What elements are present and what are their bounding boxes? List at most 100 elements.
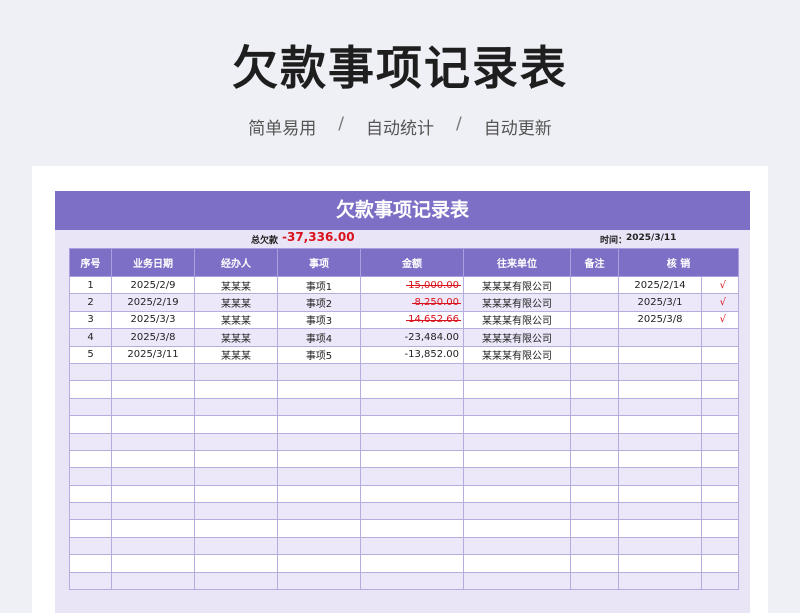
cell-amount[interactable] — [360, 571, 464, 591]
cell-note[interactable] — [570, 328, 619, 347]
cell-handler[interactable] — [194, 536, 278, 556]
cell-unit[interactable] — [463, 536, 571, 556]
total-debt-value[interactable]: -37,336.00 — [282, 230, 355, 244]
cell-amount[interactable] — [360, 536, 464, 556]
cell-settle-date[interactable] — [618, 536, 702, 556]
cell-handler[interactable] — [194, 380, 278, 399]
cell-unit[interactable] — [463, 571, 571, 591]
cell-unit[interactable] — [463, 502, 571, 521]
cell-date[interactable]: 2025/2/19 — [111, 293, 195, 312]
cell-date[interactable] — [111, 397, 195, 417]
cell-handler[interactable] — [194, 397, 278, 417]
cell-note[interactable] — [570, 484, 619, 504]
cell-unit[interactable] — [463, 519, 571, 538]
cell-check[interactable] — [700, 467, 740, 486]
cell-note[interactable] — [570, 554, 619, 573]
cell-item[interactable] — [277, 502, 361, 521]
cell-no[interactable] — [69, 432, 112, 451]
cell-settle-date[interactable] — [618, 467, 702, 486]
cell-item[interactable] — [277, 571, 361, 591]
cell-amount[interactable] — [360, 467, 464, 486]
cell-unit[interactable] — [463, 380, 571, 399]
cell-check[interactable] — [700, 345, 740, 364]
cell-amount[interactable] — [360, 484, 464, 504]
cell-check[interactable] — [700, 328, 740, 347]
cell-date[interactable] — [111, 415, 195, 434]
cell-no[interactable] — [69, 397, 112, 417]
cell-no[interactable]: 2 — [69, 293, 112, 312]
cell-check[interactable] — [700, 449, 740, 469]
cell-no[interactable] — [69, 536, 112, 556]
cell-unit[interactable]: 某某某有限公司 — [463, 345, 571, 364]
cell-no[interactable] — [69, 502, 112, 521]
cell-amount[interactable] — [360, 554, 464, 573]
cell-unit[interactable] — [463, 362, 571, 382]
cell-date[interactable] — [111, 571, 195, 591]
cell-amount[interactable]: -23,484.00 — [360, 328, 464, 347]
cell-handler[interactable] — [194, 484, 278, 504]
cell-unit[interactable] — [463, 484, 571, 504]
cell-amount[interactable]: -13,852.00 — [360, 345, 464, 364]
cell-item[interactable] — [277, 397, 361, 417]
cell-check[interactable] — [700, 571, 740, 591]
cell-amount[interactable]: 8,250.00 — [360, 293, 464, 312]
cell-handler[interactable]: 某某某 — [194, 275, 278, 295]
cell-amount[interactable] — [360, 415, 464, 434]
cell-settle-date[interactable] — [618, 432, 702, 451]
cell-check[interactable] — [700, 519, 740, 538]
cell-date[interactable] — [111, 519, 195, 538]
cell-handler[interactable]: 某某某 — [194, 328, 278, 347]
cell-note[interactable] — [570, 519, 619, 538]
cell-item[interactable] — [277, 554, 361, 573]
cell-settle-date[interactable] — [618, 345, 702, 364]
cell-amount[interactable] — [360, 502, 464, 521]
cell-no[interactable] — [69, 467, 112, 486]
cell-date[interactable] — [111, 467, 195, 486]
cell-note[interactable] — [570, 571, 619, 591]
cell-settle-date[interactable] — [618, 571, 702, 591]
cell-amount[interactable] — [360, 380, 464, 399]
cell-no[interactable] — [69, 484, 112, 504]
cell-note[interactable] — [570, 449, 619, 469]
cell-amount[interactable] — [360, 397, 464, 417]
cell-amount[interactable] — [360, 449, 464, 469]
cell-date[interactable] — [111, 536, 195, 556]
cell-check[interactable] — [700, 380, 740, 399]
cell-check[interactable]: √ — [700, 293, 740, 312]
cell-no[interactable]: 3 — [69, 310, 112, 330]
cell-settle-date[interactable] — [618, 415, 702, 434]
cell-handler[interactable] — [194, 467, 278, 486]
cell-unit[interactable] — [463, 415, 571, 434]
cell-no[interactable] — [69, 449, 112, 469]
cell-item[interactable] — [277, 519, 361, 538]
cell-no[interactable] — [69, 362, 112, 382]
cell-no[interactable] — [69, 519, 112, 538]
cell-handler[interactable] — [194, 571, 278, 591]
cell-handler[interactable] — [194, 502, 278, 521]
cell-item[interactable]: 事项4 — [277, 328, 361, 347]
cell-amount[interactable] — [360, 362, 464, 382]
cell-no[interactable] — [69, 415, 112, 434]
cell-item[interactable] — [277, 536, 361, 556]
cell-date[interactable]: 2025/3/11 — [111, 345, 195, 364]
cell-item[interactable]: 事项3 — [277, 310, 361, 330]
cell-date[interactable] — [111, 432, 195, 451]
cell-settle-date[interactable] — [618, 449, 702, 469]
cell-handler[interactable] — [194, 554, 278, 573]
cell-settle-date[interactable] — [618, 328, 702, 347]
cell-settle-date[interactable] — [618, 380, 702, 399]
cell-settle-date[interactable] — [618, 484, 702, 504]
cell-unit[interactable] — [463, 554, 571, 573]
cell-handler[interactable]: 某某某 — [194, 345, 278, 364]
cell-settle-date[interactable]: 2025/3/8 — [618, 310, 702, 330]
cell-item[interactable]: 事项2 — [277, 293, 361, 312]
cell-note[interactable] — [570, 345, 619, 364]
cell-unit[interactable]: 某某某有限公司 — [463, 275, 571, 295]
cell-item[interactable] — [277, 432, 361, 451]
cell-handler[interactable] — [194, 449, 278, 469]
cell-date[interactable] — [111, 449, 195, 469]
cell-settle-date[interactable]: 2025/2/14 — [618, 275, 702, 295]
cell-check[interactable] — [700, 415, 740, 434]
cell-unit[interactable] — [463, 467, 571, 486]
cell-no[interactable]: 1 — [69, 275, 112, 295]
